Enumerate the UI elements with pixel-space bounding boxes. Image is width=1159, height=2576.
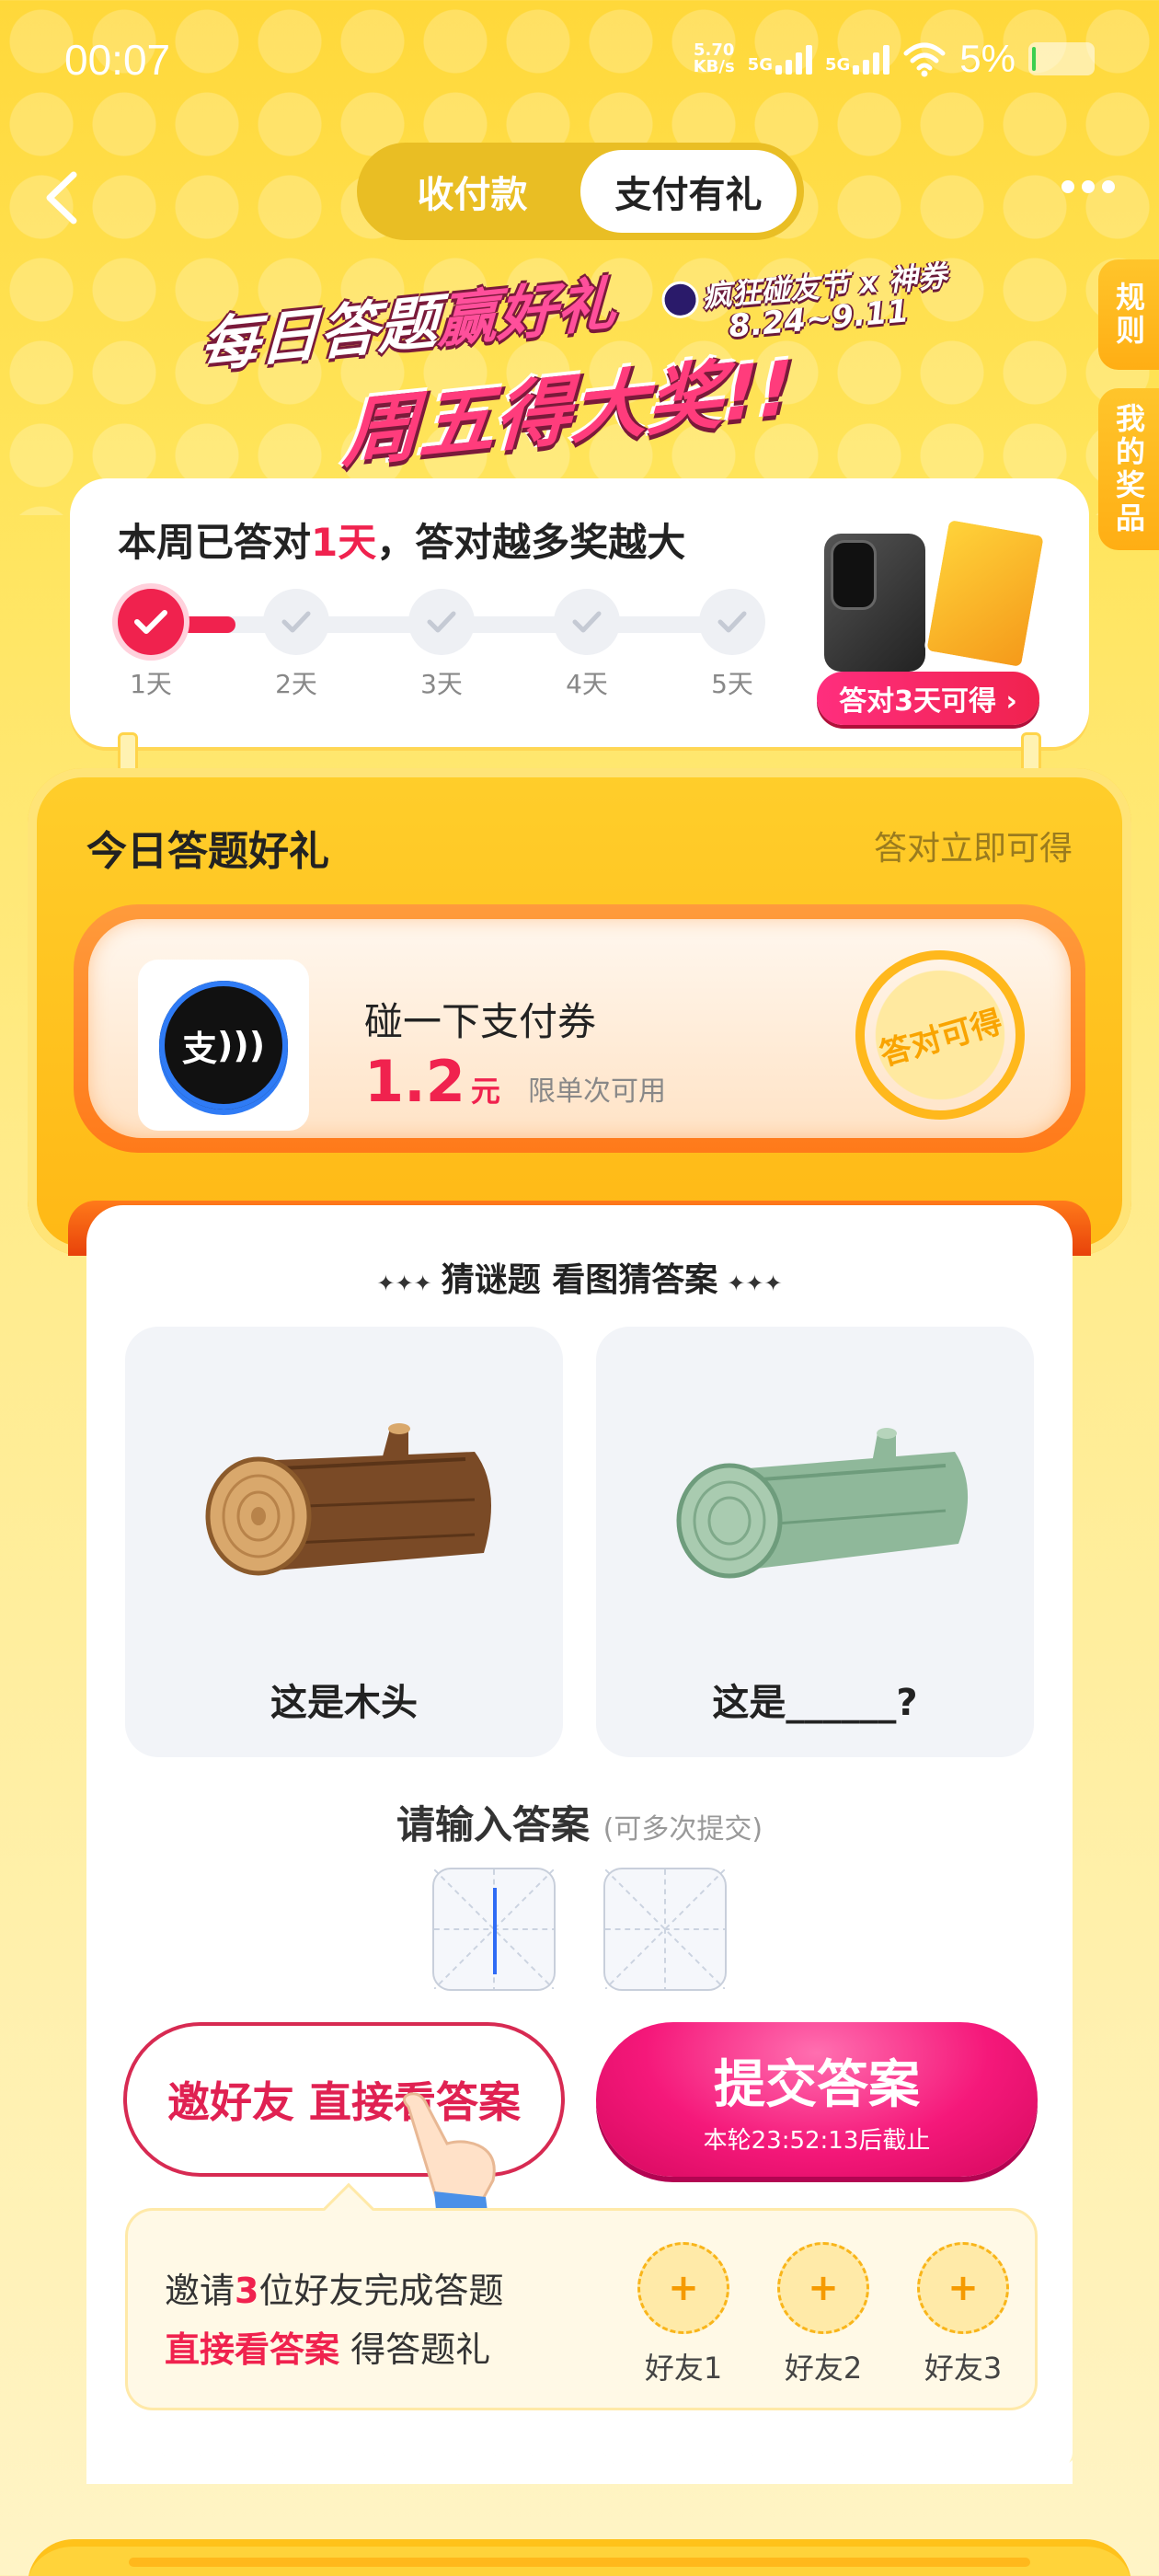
tab-payment-gifts[interactable]: 支付有礼 [580, 150, 797, 233]
progress-node-day1: 1天 [116, 589, 186, 701]
coupon-amount: 1.2 元 [364, 1048, 500, 1115]
grid-guide-icon [604, 1869, 726, 1990]
invite-text-line1: 邀请3位好友完成答题 [165, 2271, 504, 2311]
prize-cta-button[interactable]: 答对3天可得 › [817, 672, 1039, 725]
phone-image [824, 534, 925, 672]
weekly-progress-bar: 1天 2天 3天 4天 5天 [116, 589, 797, 727]
clock: 00:07 [64, 36, 171, 84]
top-tab-switcher: 收付款 支付有礼 [357, 143, 804, 240]
invite-text-line2: 直接看答案 得答题礼 [165, 2329, 491, 2370]
left-caption: 这是木头 [270, 1682, 418, 1724]
signal-bars-icon [775, 43, 812, 75]
check-icon [408, 589, 475, 655]
friend-slot-2[interactable]: + 好友2 [768, 2242, 878, 2387]
next-section-divider [129, 2558, 1030, 2567]
add-friend-icon: + [917, 2242, 1009, 2334]
text-cursor [493, 1888, 497, 1974]
right-caption: 这是______? [712, 1682, 918, 1724]
signal-bars-icon [853, 43, 890, 75]
rules-tab[interactable]: 规则 [1098, 259, 1159, 370]
invite-panel: 邀请3位好友完成答题 直接看答案 得答题礼 + 好友1 + 好友2 + 好友3 [125, 2182, 1038, 2410]
quiz-image-right: 这是______? [596, 1327, 1034, 1757]
wifi-icon [903, 42, 946, 77]
weekly-progress-card: 本周已答对1天，答对越多奖越大 1天 2天 3天 4天 5天 答对3天可得 › [70, 478, 1089, 747]
today-title: 今日答题好礼 [86, 828, 329, 875]
add-friend-icon: + [637, 2242, 729, 2334]
today-gift-card: 今日答题好礼 答对立即可得 支))) 碰一下支付券 1.2 元 限单次可用 答对… [28, 768, 1131, 1256]
coupon-name: 碰一下支付券 [364, 999, 597, 1044]
status-bar: 00:07 5.70 KB/s 5G 5G 5% [0, 0, 1159, 129]
submit-answer-button[interactable]: 提交答案 本轮23:52:13后截止 [596, 2022, 1038, 2177]
deadline-countdown: 本轮23:52:13后截止 [703, 2127, 931, 2155]
event-tag: 疯狂碰友节 x 神券 8.24~9.11 [660, 246, 951, 353]
back-arrow-icon[interactable] [37, 166, 92, 230]
progress-node-day5: 5天 [697, 589, 767, 701]
my-prizes-tab[interactable]: 我的奖品 [1098, 388, 1159, 550]
progress-node-day3: 3天 [407, 589, 476, 701]
status-icons: 5.70 KB/s 5G 5G 5% [694, 37, 1095, 81]
quiz-card: ✦✦✦ 猜谜题 看图猜答案 ✦✦✦ 这是木头 这是______? 请输入答案 (… [86, 1205, 1073, 2470]
signal-5g-1: 5G [748, 43, 812, 75]
check-icon [554, 589, 620, 655]
quiz-image-left: 这是木头 [125, 1327, 563, 1757]
progress-node-day2: 2天 [261, 589, 331, 701]
signal-5g-2: 5G [825, 43, 890, 75]
coupon-limit: 限单次可用 [528, 1075, 666, 1108]
event-logo-icon [660, 280, 701, 320]
prize-card-image [923, 516, 1048, 671]
network-speed: 5.70 KB/s [693, 40, 735, 76]
answer-char-input-2[interactable] [603, 1868, 727, 1991]
promo-banner: 每日答题赢好礼 周五得大奖!! 疯狂碰友节 x 神券 8.24~9.11 [193, 258, 948, 479]
wood-log-image [205, 1423, 491, 1576]
progress-node-day4: 4天 [552, 589, 622, 701]
quiz-title: ✦✦✦ 猜谜题 看图猜答案 ✦✦✦ [376, 1261, 783, 1299]
friend-slot-1[interactable]: + 好友1 [628, 2242, 739, 2387]
battery-percent: 5% [959, 37, 1016, 80]
today-subtitle: 答对立即可得 [873, 830, 1073, 868]
check-icon [118, 589, 184, 655]
check-icon [699, 589, 765, 655]
coupon-card[interactable]: 支))) 碰一下支付券 1.2 元 限单次可用 答对可得 [74, 904, 1085, 1153]
tab-receive-pay[interactable]: 收付款 [364, 150, 580, 233]
jade-log-image [676, 1428, 969, 1579]
add-friend-icon: + [777, 2242, 869, 2334]
answer-char-input-1[interactable] [432, 1868, 556, 1991]
check-icon [263, 589, 329, 655]
weekly-prize-image[interactable] [824, 516, 1048, 672]
more-options-icon[interactable] [1061, 180, 1115, 193]
alipay-tap-icon: 支))) [159, 981, 288, 1110]
weekly-title: 本周已答对1天，答对越多奖越大 [118, 520, 686, 565]
stamp-badge: 答对可得 [835, 930, 1045, 1140]
battery-icon [1028, 42, 1095, 75]
answer-label: 请输入答案 (可多次提交) [396, 1802, 763, 1847]
card-bottom-edge [86, 2447, 1073, 2484]
friend-slot-3[interactable]: + 好友3 [908, 2242, 1018, 2387]
